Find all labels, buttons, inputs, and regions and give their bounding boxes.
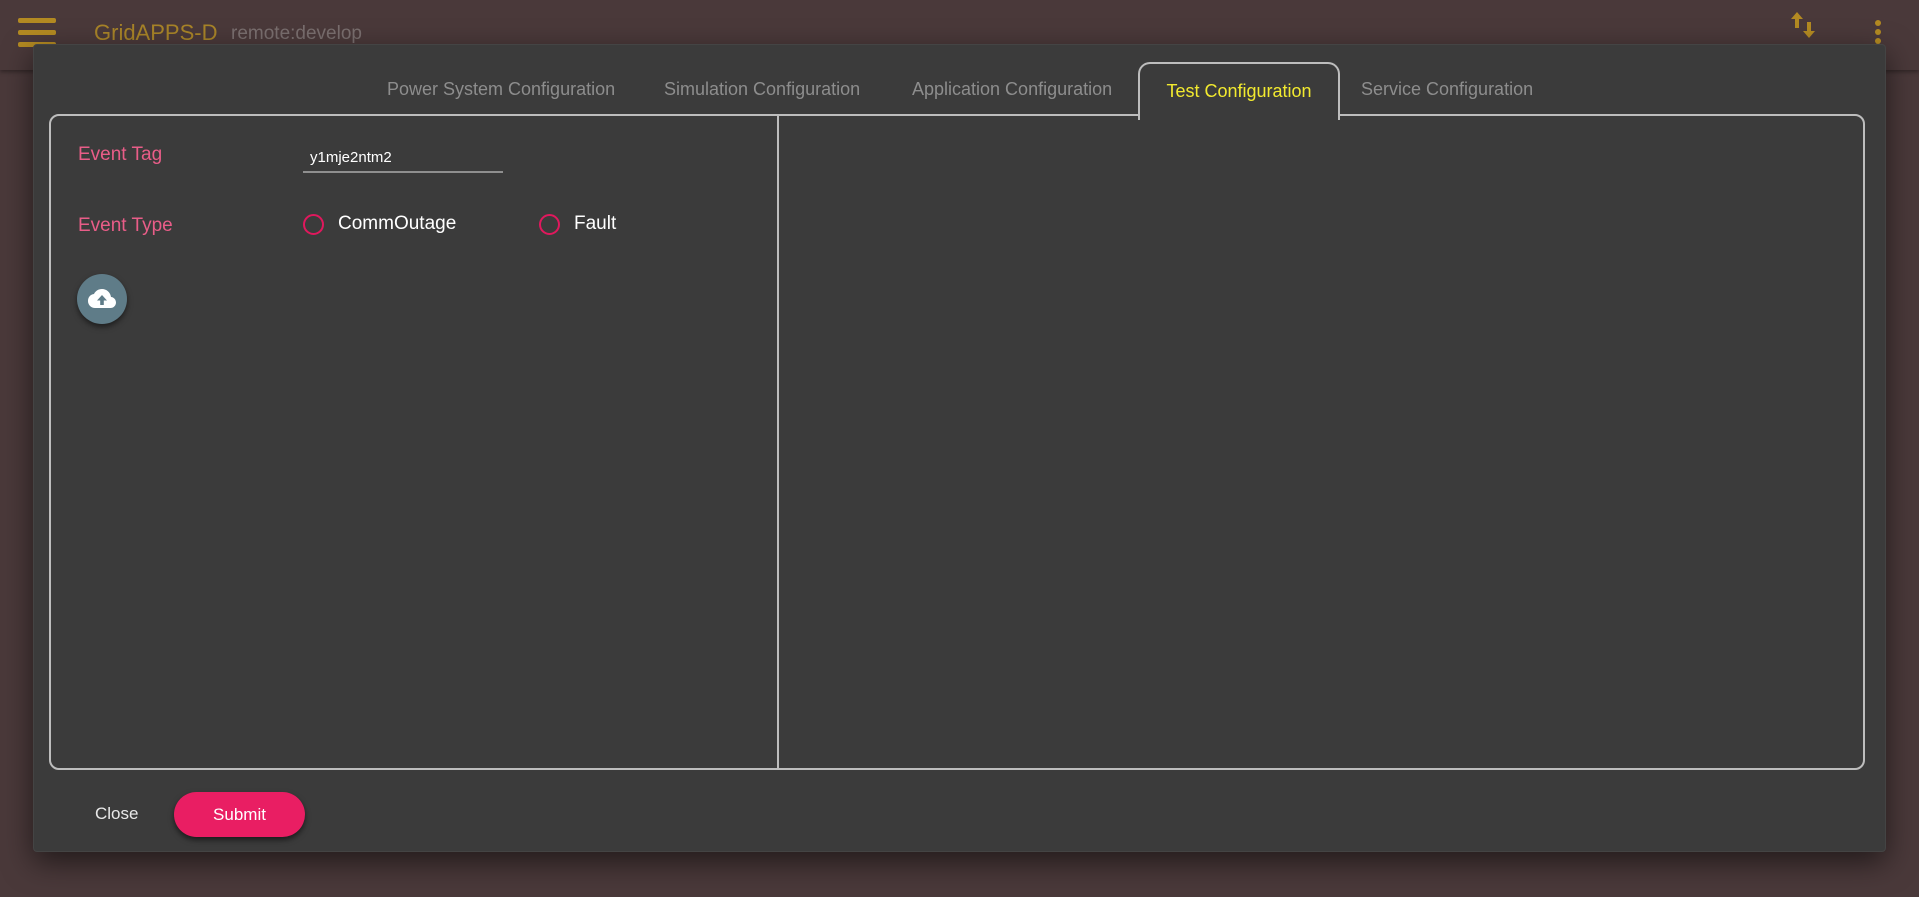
radio-commoutage[interactable]: CommOutage [303, 213, 456, 235]
test-configuration-panel: Event Tag Event Type CommOutage Fault [49, 114, 1865, 770]
radio-circle-icon[interactable] [539, 213, 560, 235]
app-subtitle: remote:develop [231, 23, 362, 44]
tab-application-configuration[interactable]: Application Configuration [912, 62, 1112, 116]
tab-power-system-configuration[interactable]: Power System Configuration [387, 62, 615, 116]
tab-bar: Power System Configuration Simulation Co… [34, 62, 1885, 120]
swap-vertical-icon[interactable] [1787, 8, 1821, 42]
tab-service-configuration[interactable]: Service Configuration [1361, 62, 1533, 116]
event-type-label: Event Type [78, 215, 173, 236]
radio-circle-icon[interactable] [303, 213, 324, 235]
close-button[interactable]: Close [85, 796, 148, 832]
event-tag-label: Event Tag [78, 144, 163, 165]
tab-test-configuration[interactable]: Test Configuration [1138, 62, 1340, 120]
tab-simulation-configuration[interactable]: Simulation Configuration [664, 62, 860, 116]
radio-fault-label: Fault [574, 213, 617, 234]
app-title: GridAPPS-D [94, 20, 218, 45]
event-tag-input[interactable] [303, 143, 503, 173]
cloud-upload-icon [88, 289, 116, 308]
configuration-dialog: Power System Configuration Simulation Co… [33, 44, 1886, 852]
radio-commoutage-label: CommOutage [338, 213, 457, 234]
submit-button[interactable]: Submit [174, 792, 305, 837]
upload-button[interactable] [77, 274, 127, 324]
panel-divider [777, 116, 779, 768]
radio-fault[interactable]: Fault [539, 213, 616, 235]
